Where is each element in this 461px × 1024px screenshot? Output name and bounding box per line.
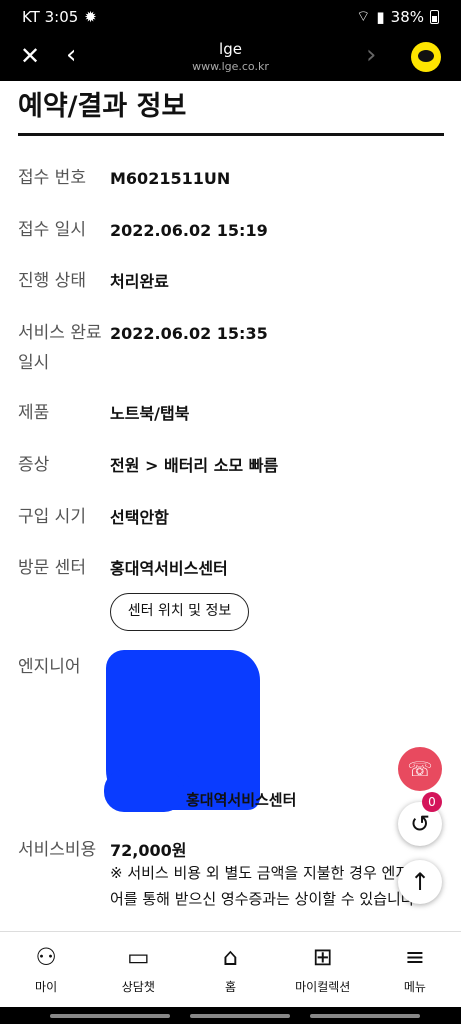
center-info-button[interactable]: 센터 위치 및 정보 bbox=[110, 593, 249, 631]
field-value: 처리완료 bbox=[110, 272, 169, 291]
field-label: 서비스비용 bbox=[18, 840, 97, 860]
history-icon: ↺ bbox=[409, 810, 431, 838]
battery-icon bbox=[430, 9, 439, 24]
field-value: 2022.06.02 15:35 bbox=[110, 324, 268, 343]
engineer-center: 홍대역서비스센터 bbox=[186, 791, 297, 809]
weather-icon: ✹ bbox=[84, 7, 97, 26]
wifi-icon: ⌔ bbox=[356, 7, 371, 25]
field-value: 선택안함 bbox=[110, 508, 169, 527]
browser-url: www.lge.co.kr bbox=[192, 60, 269, 73]
headset-icon: ☏ bbox=[407, 757, 433, 781]
cost-note: ※ 서비스 비용 외 별도 금액을 지불한 경우 엔지니어를 통해 받으신 영수… bbox=[110, 864, 423, 908]
nav-label: 메뉴 bbox=[403, 980, 426, 994]
field-label: 접수 번호 bbox=[18, 168, 86, 188]
redaction-mark bbox=[104, 770, 184, 812]
chat-icon: ▭ bbox=[126, 943, 150, 971]
field-label: 증상 bbox=[18, 455, 50, 475]
field-value: 2022.06.02 15:19 bbox=[110, 221, 268, 240]
browser-title: lge bbox=[219, 40, 242, 58]
kakao-icon[interactable] bbox=[411, 42, 441, 72]
signal-icon: ▮ bbox=[376, 7, 385, 26]
nav-chat[interactable]: ▭ 상담챗 bbox=[92, 932, 184, 1007]
home-icon: ⌂ bbox=[222, 943, 239, 971]
field-label: 서비스 완료 bbox=[18, 323, 102, 343]
collection-icon: ⊞ bbox=[312, 943, 333, 971]
field-label: 구입 시기 bbox=[18, 507, 86, 527]
scroll-top-button[interactable]: ↑ bbox=[398, 860, 442, 904]
nav-home[interactable]: ⌂ 홈 bbox=[184, 932, 276, 1007]
field-value: M6021511UN bbox=[110, 169, 231, 188]
field-label-line2: 일시 bbox=[18, 353, 50, 373]
nav-my[interactable]: ⚇ 마이 bbox=[0, 932, 92, 1007]
field-value: 홍대역서비스센터 bbox=[110, 559, 228, 578]
status-right: ⌔ ▮ 38% bbox=[356, 7, 439, 26]
field-value: 전원 > 배터리 소모 빠름 bbox=[110, 456, 279, 475]
field-label: 제품 bbox=[18, 403, 50, 423]
nav-label: 상담챗 bbox=[121, 980, 155, 994]
arrow-up-icon: ↑ bbox=[409, 868, 431, 896]
field-label: 접수 일시 bbox=[18, 220, 86, 240]
field-label: 진행 상태 bbox=[18, 271, 86, 291]
field-value: 노트북/탭북 bbox=[110, 404, 190, 423]
nav-label: 마이 bbox=[35, 980, 58, 994]
recent-count-badge: 0 bbox=[422, 792, 442, 812]
field-label: 방문 센터 bbox=[18, 558, 86, 578]
status-time: KT 3:05 bbox=[22, 7, 79, 26]
person-icon: ⚇ bbox=[35, 943, 57, 971]
chat-consult-button[interactable]: ☏ bbox=[398, 747, 442, 791]
page-title: 예약/결과 정보 bbox=[18, 91, 187, 122]
gesture-segment bbox=[190, 1014, 290, 1018]
browser-toolbar: ✕ ‹ lge www.lge.co.kr › bbox=[0, 33, 461, 81]
nav-label: 마이컬렉션 bbox=[295, 980, 351, 994]
title-divider bbox=[18, 133, 444, 136]
gesture-segment bbox=[310, 1014, 420, 1018]
battery-percent: 38% bbox=[390, 7, 424, 26]
gesture-segment bbox=[50, 1014, 170, 1018]
nav-menu[interactable]: ≡ 메뉴 bbox=[369, 932, 461, 1007]
gesture-bar bbox=[0, 1007, 461, 1024]
field-label: 엔지니어 bbox=[18, 657, 81, 677]
nav-label: 홈 bbox=[224, 980, 237, 994]
menu-icon: ≡ bbox=[404, 943, 425, 971]
nav-collection[interactable]: ⊞ 마이컬렉션 bbox=[277, 932, 369, 1007]
status-bar: KT 3:05 ✹ ⌔ ▮ 38% bbox=[0, 0, 461, 33]
forward-icon[interactable]: › bbox=[366, 41, 376, 69]
bottom-nav: ⚇ 마이 ▭ 상담챗 ⌂ 홈 ⊞ 마이컬렉션 ≡ 메뉴 bbox=[0, 931, 461, 1007]
